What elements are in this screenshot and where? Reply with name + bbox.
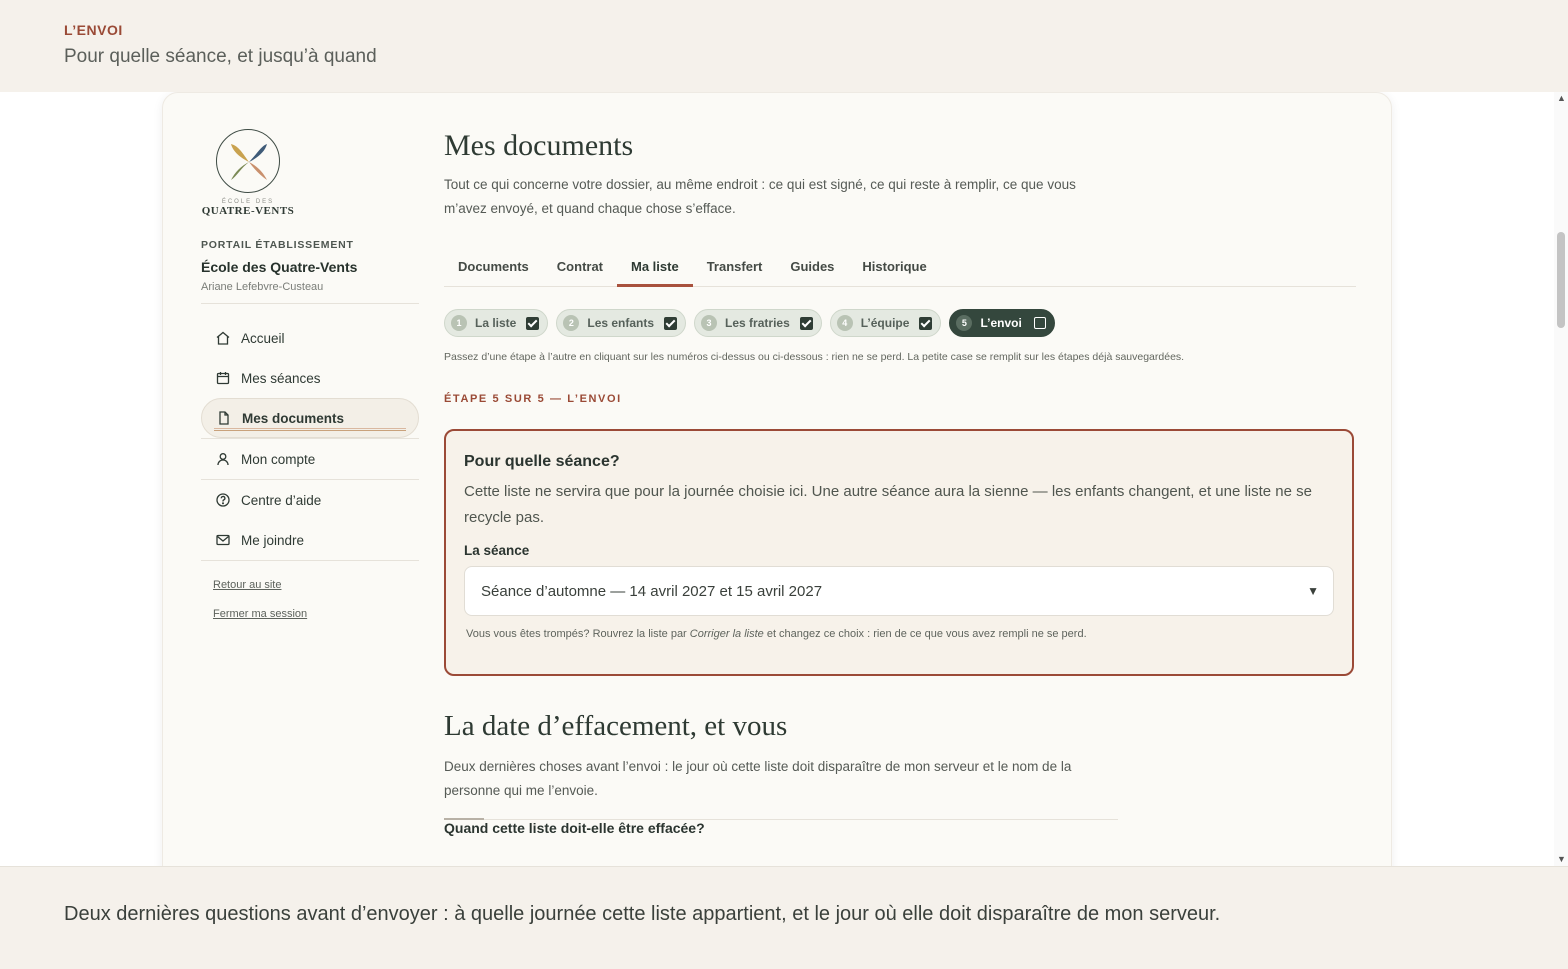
pinwheel-logo-icon (216, 129, 280, 193)
logout-link[interactable]: Fermer ma session (213, 608, 419, 620)
steps-hint: Passez d’une étape à l’autre en cliquant… (444, 351, 1185, 363)
sidebar-item-aide[interactable]: Centre d’aide (201, 480, 419, 520)
step-les-enfants[interactable]: 2 Les enfants (556, 309, 687, 337)
stepper: 1 La liste 2 Les enfants 3 Les fratries … (444, 309, 1356, 337)
page-viewport: ÉCOLE DES QUATRE-VENTS PORTAIL ÉTABLISSE… (0, 92, 1568, 866)
checkbox-empty-icon (1033, 317, 1046, 329)
scroll-up-icon[interactable]: ▲ (1557, 94, 1566, 103)
hint-text: Vous vous êtes trompés? Rouvrez la liste… (466, 628, 687, 640)
tab-ma-liste[interactable]: Ma liste (617, 249, 693, 287)
hint-text: et changez ce choix : rien de ce que vou… (766, 628, 1087, 640)
step-l-envoi[interactable]: 5 L’envoi (949, 309, 1055, 337)
seance-panel: Pour quelle séance? Cette liste ne servi… (444, 429, 1354, 676)
portal-card: ÉCOLE DES QUATRE-VENTS PORTAIL ÉTABLISSE… (162, 92, 1392, 866)
step-la-liste[interactable]: 1 La liste (444, 309, 549, 337)
user-icon (217, 453, 229, 466)
page-intro: Tout ce qui concerne votre dossier, au m… (444, 177, 1076, 216)
step-number: 2 (563, 315, 580, 331)
sidebar-item-label: Accueil (241, 330, 285, 346)
seance-text: Cette liste ne servira que pour la journ… (464, 483, 1313, 526)
sidebar-item-joindre[interactable]: Me joindre (201, 520, 419, 560)
sidebar-item-label: Me joindre (241, 532, 305, 548)
seance-select[interactable]: Séance d’automne — 14 avril 2027 et 15 a… (464, 566, 1334, 616)
checkbox-checked-icon (664, 316, 678, 330)
question-title: Quand cette liste doit-elle être effacée… (444, 820, 705, 836)
tab-contrat[interactable]: Contrat (543, 249, 617, 286)
help-icon (216, 493, 230, 507)
sidebar-item-seances[interactable]: Mes séances (201, 358, 419, 398)
logo[interactable]: ÉCOLE DES QUATRE-VENTS (201, 129, 295, 217)
checkbox-checked-icon (919, 316, 933, 330)
seance-selected-value: Séance d’automne — 14 avril 2027 et 15 a… (481, 582, 823, 600)
section-intro: Deux dernières choses avant l’envoi : le… (444, 759, 1072, 798)
bottom-caption: Deux dernières questions avant d’envoyer… (64, 903, 1221, 925)
logo-name: QUATRE-VENTS (201, 205, 295, 217)
step-l-equipe[interactable]: 4 L’équipe (829, 309, 942, 337)
step-number: 1 (451, 315, 467, 331)
checkbox-checked-icon (799, 316, 813, 330)
active-underline (214, 428, 406, 431)
page-title: Mes documents (444, 129, 634, 162)
sidebar-item-label: Centre d’aide (241, 492, 322, 508)
step-label: L’envoi (980, 316, 1022, 330)
sidebar-links: Retour au site Fermer ma session (201, 579, 419, 620)
tab-guides[interactable]: Guides (776, 249, 848, 286)
sidebar-item-label: Mes séances (241, 370, 321, 386)
scroll-down-icon[interactable]: ▼ (1557, 855, 1566, 864)
banner-kicker: L’ENVOI (64, 22, 123, 38)
seance-hint: Vous vous êtes trompés? Rouvrez la liste… (464, 628, 1334, 640)
banner-subtitle: Pour quelle séance, et jusqu’à quand (64, 46, 377, 67)
scrollbar[interactable]: ▲ ▼ (1554, 92, 1568, 866)
question-divider (444, 818, 1118, 820)
sidebar-item-documents[interactable]: Mes documents (201, 398, 419, 438)
document-icon (219, 411, 229, 425)
sidebar: ÉCOLE DES QUATRE-VENTS PORTAIL ÉTABLISSE… (201, 129, 419, 637)
portal-kicker: PORTAIL ÉTABLISSEMENT (201, 239, 354, 251)
user-name: Ariane Lefebvre-Custeau (201, 281, 324, 293)
checkbox-checked-icon (526, 316, 540, 330)
step-kicker: ÉTAPE 5 SUR 5 — L’ENVOI (444, 393, 622, 405)
back-to-site-link[interactable]: Retour au site (213, 579, 419, 591)
caret-down-icon: ▼ (1307, 584, 1319, 598)
bottom-banner: Deux dernières questions avant d’envoyer… (0, 866, 1568, 969)
school-name: École des Quatre-Vents (201, 259, 358, 275)
home-icon (216, 331, 230, 345)
scroll-thumb[interactable] (1557, 232, 1565, 328)
nav-separator (201, 560, 419, 561)
step-label: La liste (475, 316, 517, 330)
step-label: Les fratries (725, 316, 790, 330)
step-number: 4 (836, 315, 853, 331)
sidebar-item-accueil[interactable]: Accueil (201, 318, 419, 358)
section-title: La date d’effacement, et vous (444, 710, 788, 742)
top-banner: L’ENVOI Pour quelle séance, et jusqu’à q… (0, 0, 1568, 92)
step-number: 3 (701, 315, 718, 331)
tab-historique[interactable]: Historique (848, 249, 940, 286)
sidebar-item-label: Mes documents (242, 410, 345, 426)
sidebar-item-label: Mon compte (241, 451, 316, 467)
step-label: Les enfants (587, 316, 655, 330)
sidebar-divider (201, 303, 419, 304)
step-label: L’équipe (860, 316, 910, 330)
mail-icon (216, 534, 230, 546)
seance-title: Pour quelle séance? (464, 453, 620, 470)
document-tabs: Documents Contrat Ma liste Transfert Gui… (444, 249, 1356, 287)
calendar-icon (216, 372, 230, 385)
sidebar-item-compte[interactable]: Mon compte (201, 439, 419, 479)
main-content: Mes documents Tout ce qui concerne votre… (444, 129, 1356, 836)
seance-field-label: La séance (464, 543, 530, 558)
step-number: 5 (956, 315, 973, 331)
hint-emphasis: Corriger la liste (689, 628, 764, 640)
tab-documents[interactable]: Documents (444, 249, 543, 286)
sidebar-nav: Accueil Mes séances Mes documents Mon co… (201, 318, 419, 561)
step-les-fratries[interactable]: 3 Les fratries (694, 309, 822, 337)
tab-transfert[interactable]: Transfert (693, 249, 777, 286)
